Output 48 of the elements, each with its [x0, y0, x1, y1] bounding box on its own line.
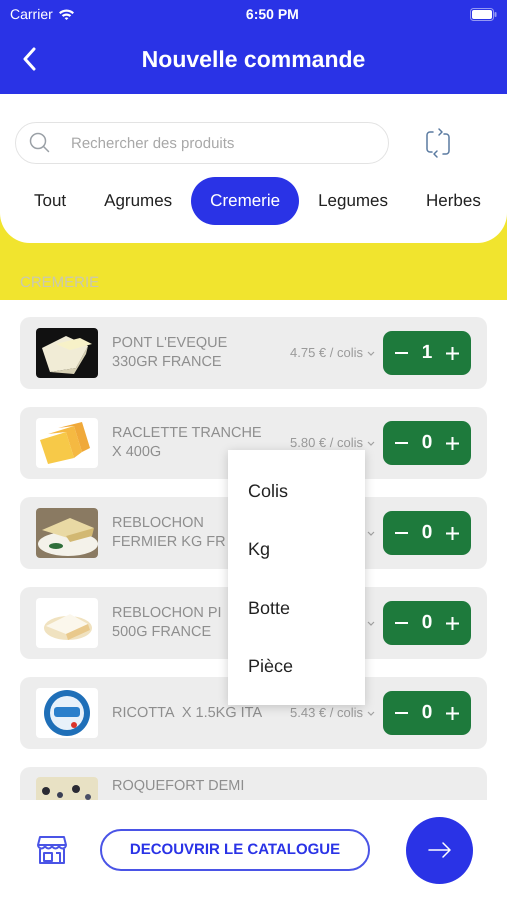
chevron-down-icon[interactable]	[367, 620, 375, 626]
menu-item[interactable]: Botte	[228, 579, 365, 638]
quantity-stepper[interactable]: 0	[383, 691, 471, 735]
product-name: REBLOCHON PI 500G FRANCE	[112, 604, 222, 642]
quantity-value: 1	[422, 340, 432, 365]
quantity-value: 0	[422, 430, 432, 455]
chevron-left-icon	[22, 47, 36, 71]
plus-icon[interactable]	[446, 346, 459, 360]
quantity-stepper[interactable]: 1	[383, 331, 471, 375]
plus-icon[interactable]	[446, 706, 459, 720]
menu-item[interactable]: Pièce	[228, 638, 365, 696]
product-name: REBLOCHON FERMIER KG FR	[112, 514, 226, 552]
catalogue-button[interactable]: DECOUVRIR LE CATALOGUE	[100, 829, 370, 871]
sync-icon	[425, 127, 451, 159]
section-title: CREMERIE	[20, 272, 100, 292]
category-tab[interactable]: Legumes	[299, 177, 408, 225]
page-title: Nouvelle commande	[142, 44, 366, 74]
plus-icon[interactable]	[446, 436, 459, 450]
quantity-stepper[interactable]: 0	[383, 421, 471, 465]
search-icon	[29, 132, 50, 153]
menu-item[interactable]: Kg	[228, 520, 365, 579]
arrow-right-icon	[426, 841, 452, 859]
chevron-down-icon[interactable]	[367, 530, 375, 536]
category-tab[interactable]: Cremerie	[191, 177, 300, 225]
quantity-value: 0	[422, 700, 432, 725]
category-tab[interactable]: Herbes	[407, 177, 500, 225]
wifi-icon	[58, 8, 75, 20]
quantity-value: 0	[422, 610, 432, 635]
plus-icon[interactable]	[446, 526, 459, 540]
quantity-stepper[interactable]: 0	[383, 511, 471, 555]
battery-icon	[470, 8, 497, 20]
product-name: ROQUEFORT DEMI	[112, 777, 244, 796]
category-tab[interactable]: Agrumes	[85, 177, 192, 225]
category-tab[interactable]: Tout	[15, 177, 86, 225]
store-icon	[36, 835, 68, 865]
menu-item[interactable]: Colis	[228, 462, 365, 520]
chevron-down-icon[interactable]	[367, 350, 375, 356]
plus-icon[interactable]	[446, 616, 459, 630]
quantity-stepper[interactable]: 0	[383, 601, 471, 645]
chevron-down-icon[interactable]	[367, 710, 375, 716]
product-name: RICOTTA X 1.5KG ITA	[112, 704, 262, 722]
quantity-value: 0	[422, 520, 432, 545]
product-name: RACLETTE TRANCHE X 400G	[112, 424, 262, 462]
product-name: PONT L'EVEQUE 330GR FRANCE	[112, 334, 228, 372]
search-field[interactable]: Rechercher des produits	[15, 122, 389, 164]
carrier-label: Carrier	[10, 4, 53, 24]
clock-time: 6:50 PM	[246, 4, 299, 24]
chevron-down-icon[interactable]	[367, 440, 375, 446]
